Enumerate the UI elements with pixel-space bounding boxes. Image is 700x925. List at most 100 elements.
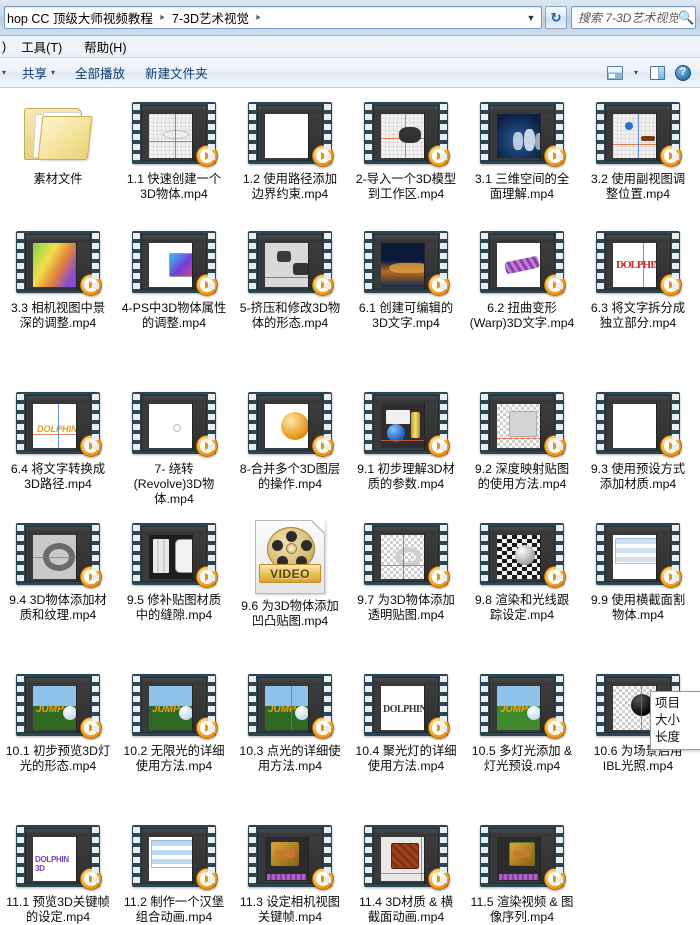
video-thumbnail	[234, 225, 346, 299]
list-item-label: 6.3 将文字拆分成独立部分.mp4	[590, 301, 686, 330]
preview-pane-button[interactable]	[644, 62, 670, 84]
film-strip-icon	[596, 102, 682, 167]
breadcrumb-item-1[interactable]: 7-3D艺术视觉	[170, 7, 251, 28]
list-item[interactable]: JUMP 10.3 点光的详细使用方法.mp4	[232, 666, 348, 811]
organize-button[interactable]: ▾	[0, 65, 12, 80]
list-item[interactable]: 9.8 渲染和光线跟踪设定.mp4	[464, 515, 580, 660]
list-item-label: 10.5 多灯光添加 & 灯光预设.mp4	[471, 744, 573, 773]
list-item[interactable]: 3.1 三维空间的全面理解.mp4	[464, 94, 580, 217]
new-folder-button[interactable]: 新建文件夹	[135, 60, 218, 85]
list-item[interactable]: DOLPHIN 10.4 聚光灯的详细使用方法.mp4	[348, 666, 464, 811]
list-item[interactable]: 9.4 3D物体添加材质和纹理.mp4	[0, 515, 116, 660]
file-row: JUMP 10.1 初步预览3D灯光的形态.mp4 JUMP 10.2 无限光的…	[0, 666, 700, 817]
list-item[interactable]: DOLPHIN 6.3 将文字拆分成独立部分.mp4	[580, 223, 696, 378]
list-item-label: 11.4 3D材质 & 横截面动画.mp4	[358, 895, 454, 924]
list-item[interactable]: 1.2 使用路径添加边界约束.mp4	[232, 94, 348, 217]
video-thumbnail: JUMP	[2, 668, 114, 742]
list-item-label: 9.6 为3D物体添加凹凸贴图.mp4	[241, 599, 339, 628]
play-badge-icon	[196, 145, 218, 167]
list-item[interactable]: JUMP 10.1 初步预览3D灯光的形态.mp4	[0, 666, 116, 811]
list-item[interactable]: 6.2 扭曲变形(Warp)3D文字.mp4	[464, 223, 580, 378]
film-strip-icon	[132, 523, 218, 588]
list-item[interactable]: 2-导入一个3D模型到工作区.mp4	[348, 94, 464, 217]
refresh-icon: ↻	[550, 9, 562, 25]
breadcrumb-separator-icon-2[interactable]: ▸	[252, 12, 265, 23]
list-item[interactable]: 5-挤压和修改3D物体的形态.mp4	[232, 223, 348, 378]
film-strip-icon	[480, 102, 566, 167]
list-item-label: 素材文件	[33, 172, 83, 186]
address-bar: hop CC 顶级大师视频教程 ▸ 7-3D艺术视觉 ▸ ▼ ↻ 搜索 7-3D…	[0, 0, 700, 36]
file-list-area[interactable]: 素材文件 1.1 快速创建一个3D物体.mp4 1.2 使用路径添加边界约束.m…	[0, 88, 700, 925]
list-item[interactable]: 9.3 使用预设方式添加材质.mp4	[580, 384, 696, 509]
breadcrumb[interactable]: hop CC 顶级大师视频教程 ▸ 7-3D艺术视觉 ▸	[5, 7, 523, 28]
list-item[interactable]: DOLPHIN 3D 11.1 预览3D关键帧的设定.mp4	[0, 817, 116, 925]
play-badge-icon	[428, 435, 450, 457]
film-strip-icon	[248, 102, 334, 167]
list-item-label: 6.4 将文字转换成3D路径.mp4	[10, 462, 106, 491]
help-button[interactable]: ?	[670, 62, 696, 84]
list-item[interactable]: JUMP 10.5 多灯光添加 & 灯光预设.mp4	[464, 666, 580, 811]
list-item[interactable]: 1.1 快速创建一个3D物体.mp4	[116, 94, 232, 217]
list-item[interactable]: 6.1 创建可编辑的3D文字.mp4	[348, 223, 464, 378]
play-badge-icon	[312, 717, 334, 739]
video-thumbnail	[350, 96, 462, 170]
list-item[interactable]: 11.5 渲染视频 & 图像序列.mp4	[464, 817, 580, 925]
list-item[interactable]: 9.9 使用横截面割物体.mp4	[580, 515, 696, 660]
list-item[interactable]: 7- 绕转(Revolve)3D物体.mp4	[116, 384, 232, 509]
list-item[interactable]: 8-合并多个3D图层的操作.mp4	[232, 384, 348, 509]
play-badge-icon	[544, 868, 566, 890]
video-thumbnail	[582, 517, 694, 591]
list-item[interactable]: 11.2 制作一个汉堡组合动画.mp4	[116, 817, 232, 925]
list-item-label: 9.1 初步理解3D材质的参数.mp4	[357, 462, 455, 491]
video-thumbnail	[466, 517, 578, 591]
tooltip-line-2: 长度	[655, 730, 681, 744]
list-item[interactable]: 素材文件	[0, 94, 116, 217]
search-box[interactable]: 搜索 7-3D艺术视觉 🔍	[571, 6, 696, 29]
film-strip-icon	[480, 523, 566, 588]
list-item-label: 6.2 扭曲变形(Warp)3D文字.mp4	[469, 301, 575, 330]
video-thumbnail	[350, 225, 462, 299]
share-button[interactable]: 共享 ▾	[12, 60, 65, 85]
refresh-button[interactable]: ↻	[545, 6, 567, 29]
search-input[interactable]: 搜索 7-3D艺术视觉	[578, 9, 678, 26]
list-item[interactable]: 9.7 为3D物体添加透明贴图.mp4	[348, 515, 464, 660]
play-badge-icon	[660, 274, 682, 296]
menu-item-help[interactable]: 帮助(H)	[73, 35, 137, 58]
film-strip-icon: JUMP	[480, 674, 566, 739]
film-strip-icon	[364, 231, 450, 296]
list-item[interactable]: DOLPHIN 6.4 将文字转换成3D路径.mp4	[0, 384, 116, 509]
list-item-label: 1.1 快速创建一个3D物体.mp4	[126, 172, 222, 201]
share-button-label: 共享	[22, 67, 48, 81]
film-strip-icon: DOLPHIN	[16, 392, 102, 457]
address-path-box[interactable]: hop CC 顶级大师视频教程 ▸ 7-3D艺术视觉 ▸ ▼	[4, 6, 542, 29]
film-strip-icon	[248, 825, 334, 890]
play-all-button[interactable]: 全部播放	[65, 60, 135, 85]
menu-item-clipped[interactable]: )	[0, 38, 10, 56]
file-row: 3.3 相机视图中景深的调整.mp4 4-PS中3D物体属性的调整.mp4 5-…	[0, 223, 700, 384]
menu-item-tools[interactable]: 工具(T)	[10, 35, 73, 58]
video-file-icon: VIDEO	[255, 520, 325, 594]
list-item[interactable]: VIDEO 9.6 为3D物体添加凹凸贴图.mp4	[232, 515, 348, 660]
list-item-label: 4-PS中3D物体属性的调整.mp4	[121, 301, 227, 330]
menu-bar: ) 工具(T) 帮助(H)	[0, 36, 700, 58]
film-strip-icon	[132, 825, 218, 890]
chevron-down-icon[interactable]: ▼	[523, 13, 539, 23]
list-item[interactable]: 9.1 初步理解3D材质的参数.mp4	[348, 384, 464, 509]
list-item[interactable]: JUMP 10.2 无限光的详细使用方法.mp4	[116, 666, 232, 811]
list-item[interactable]: 9.5 修补贴图材质中的缝隙.mp4	[116, 515, 232, 660]
list-item-label: 10.4 聚光灯的详细使用方法.mp4	[355, 744, 457, 773]
list-item[interactable]: 9.2 深度映射贴图的使用方法.mp4	[464, 384, 580, 509]
breadcrumb-item-0[interactable]: hop CC 顶级大师视频教程	[5, 7, 155, 28]
film-strip-icon: DOLPHIN	[596, 231, 682, 296]
list-item[interactable]: 11.4 3D材质 & 横截面动画.mp4	[348, 817, 464, 925]
list-item[interactable]: 4-PS中3D物体属性的调整.mp4	[116, 223, 232, 378]
list-item[interactable]: 3.2 使用副视图调整位置.mp4	[580, 94, 696, 217]
list-item[interactable]: 3.3 相机视图中景深的调整.mp4	[0, 223, 116, 378]
change-view-button[interactable]	[602, 62, 628, 84]
video-thumbnail	[466, 819, 578, 893]
list-item-label: 10.2 无限光的详细使用方法.mp4	[123, 744, 225, 773]
chevron-down-icon: ▾	[2, 68, 7, 77]
list-item[interactable]: 11.3 设定相机视图关键帧.mp4	[232, 817, 348, 925]
change-view-dropdown[interactable]: ▾	[628, 62, 644, 84]
video-thumbnail: DOLPHIN	[582, 225, 694, 299]
